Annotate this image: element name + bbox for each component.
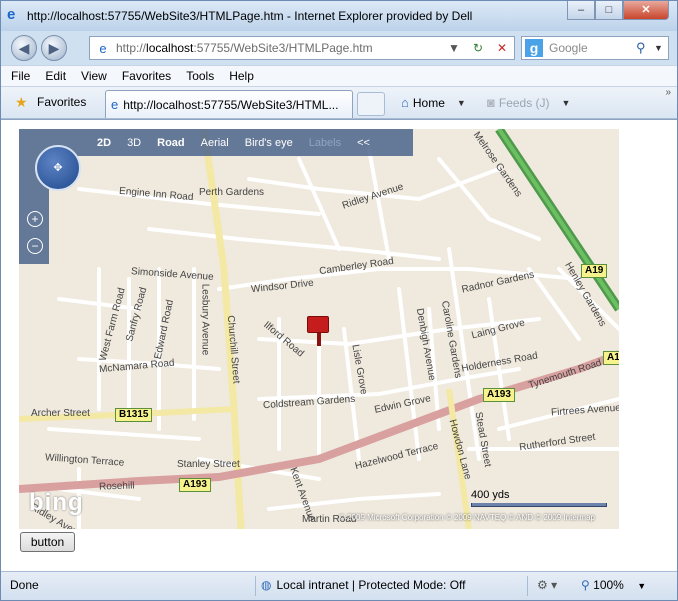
map-mode-2d[interactable]: 2D [97,137,111,149]
tab-page-icon: e [111,97,119,112]
ie-logo-icon: e [7,6,16,23]
protected-mode-icon[interactable]: ⚙ ▾ [537,578,557,592]
status-divider [255,576,256,596]
window-controls: – □ ✕ [567,1,669,21]
road-shield: A193 [483,388,515,402]
zoom-in-icon[interactable]: + [27,211,43,227]
forward-arrow-icon: ▶ [48,40,60,56]
menu-favorites[interactable]: Favorites [122,69,171,83]
page-content: 2D 3D Road Aerial Bird's eye Labels << +… [1,119,677,571]
status-divider [527,576,528,596]
stop-icon[interactable]: ✕ [490,41,514,55]
search-input[interactable]: Google [549,41,636,55]
close-button[interactable]: ✕ [623,1,669,20]
map-copyright: © 2009 Microsoft Corporation © 2009 NAVT… [339,513,595,522]
browser-window: e http://localhost:57755/WebSite3/HTMLPa… [0,0,678,601]
forward-button[interactable]: ▶ [41,35,67,61]
back-arrow-icon: ◀ [18,40,30,56]
zoom-level: 100% [593,578,624,592]
search-box[interactable]: g Google ⚲ ▼ [521,36,669,60]
feeds-button[interactable]: ◙ Feeds (J) ▼ [487,95,570,110]
map-mode-aerial[interactable]: Aerial [201,137,229,149]
navigation-bar: ◀ ▶ e http://localhost:57755/WebSite3/HT… [1,31,677,65]
minimize-button[interactable]: – [567,1,595,20]
home-button[interactable]: ⌂ Home ▼ [401,95,466,110]
home-label: Home [412,95,445,110]
zoom-magnifier-icon: ⚲ [581,578,590,592]
menu-view[interactable]: View [81,69,107,83]
zoom-out-icon[interactable]: − [27,238,43,254]
map-pushpin-icon[interactable] [307,316,331,350]
back-button[interactable]: ◀ [11,35,37,61]
map-compass-pan-control[interactable]: ✥ [35,145,81,191]
address-tools: ▼ ↻ ✕ [442,37,514,59]
road-shield: A19 [581,264,608,278]
search-options-icon[interactable]: ▼ [654,43,668,53]
tab-title: http://localhost:57755/WebSite3/HTML... [123,97,339,112]
road-shield: B1315 [115,408,153,422]
google-icon[interactable]: g [525,39,543,57]
map-scale-bar [471,503,607,507]
menu-tools[interactable]: Tools [186,69,214,83]
menu-bar: File Edit View Favorites Tools Help [1,65,677,87]
zoom-control[interactable]: ⚲ 100% ▼ [581,578,646,592]
chevron-more-icon[interactable]: » [665,87,671,98]
new-tab-button[interactable] [357,92,385,116]
browser-tab[interactable]: e http://localhost:57755/WebSite3/HTML..… [105,90,353,118]
map-mode-3d[interactable]: 3D [127,137,141,149]
home-icon: ⌂ [401,95,409,110]
favorites-star-icon[interactable]: ★ [15,94,28,111]
zoom-dropdown-icon[interactable]: ▼ [637,581,646,591]
page-button[interactable]: button [20,532,75,552]
maximize-button[interactable]: □ [595,1,623,20]
menu-file[interactable]: File [11,69,30,83]
home-dropdown-icon[interactable]: ▼ [457,98,466,108]
menu-edit[interactable]: Edit [45,69,66,83]
globe-icon: ◍ [261,578,272,592]
bing-logo: bing [29,489,84,516]
address-url[interactable]: http://localhost:57755/WebSite3/HTMLPage… [116,41,373,55]
page-icon: e [99,40,107,56]
refresh-icon[interactable]: ↻ [466,41,490,55]
map-labels-toggle[interactable]: Labels [309,137,341,149]
address-dropdown-icon[interactable]: ▼ [442,41,466,55]
status-bar: Done ◍ Local intranet | Protected Mode: … [1,571,677,600]
address-bar[interactable]: e http://localhost:57755/WebSite3/HTMLPa… [89,36,515,60]
window-title: http://localhost:57755/WebSite3/HTMLPage… [27,9,473,23]
search-icon[interactable]: ⚲ [636,40,654,56]
favorites-button[interactable]: Favorites [37,95,86,109]
feeds-icon: ◙ [487,95,495,110]
road-shield: A193 [179,478,211,492]
map-mode-road[interactable]: Road [157,137,185,149]
security-zone[interactable]: ◍ Local intranet | Protected Mode: Off [261,578,465,592]
zone-label: Local intranet | Protected Mode: Off [276,578,466,592]
favorites-bar: ★ Favorites e http://localhost:57755/Web… [1,87,677,119]
title-bar: e http://localhost:57755/WebSite3/HTMLPa… [1,1,677,31]
road-shield: A193 [603,351,619,365]
menu-help[interactable]: Help [229,69,254,83]
map-scale-label: 400 yds [471,489,510,501]
map-mode-birds-eye[interactable]: Bird's eye [245,137,293,149]
map-collapse-button[interactable]: << [357,137,370,149]
map-view-toolbar: 2D 3D Road Aerial Bird's eye Labels << [19,129,413,156]
feeds-dropdown-icon[interactable]: ▼ [562,98,571,108]
feeds-label: Feeds (J) [498,95,550,110]
bing-map[interactable]: 2D 3D Road Aerial Bird's eye Labels << +… [19,129,619,529]
status-text: Done [10,578,39,592]
